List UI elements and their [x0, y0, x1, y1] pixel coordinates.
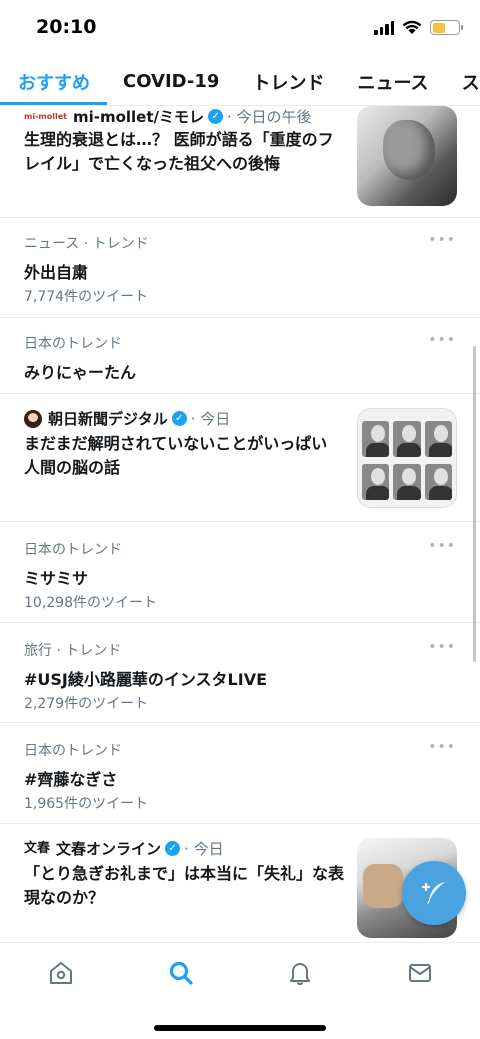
tab-covid19[interactable]: COVID-19 — [123, 71, 219, 92]
nav-home[interactable] — [45, 957, 77, 989]
status-icons — [374, 20, 463, 35]
battery-fill — [432, 22, 445, 33]
trend-title: #USJ綾小路麗華のインスタLIVE — [24, 670, 268, 689]
verified-icon: ✓ — [208, 109, 224, 124]
trend-item[interactable]: 日本のトレンド ••• ミサミサ 10,298件のツイート — [0, 522, 480, 623]
trend-item[interactable]: ニュース · トレンド ••• 外出自粛 7,774件のツイート — [0, 218, 480, 318]
face-photo — [424, 421, 452, 457]
post-time: · 今日 — [190, 410, 231, 428]
signal-icon — [374, 20, 394, 35]
bottom-nav — [0, 942, 480, 1039]
more-options-icon[interactable]: ••• — [428, 639, 456, 655]
post-time: · 今日 — [184, 840, 224, 858]
tab-sports[interactable]: スポー — [462, 69, 480, 95]
news-title: 生理的衰退とは…？ 医師が語る「重度のフレイル」で亡くなった祖父への後悔 — [24, 130, 334, 173]
news-thumbnail — [357, 106, 457, 206]
wifi-icon — [402, 20, 422, 34]
trend-title: みりにゃーたん — [24, 363, 137, 382]
news-title: 「とり急ぎお礼まで」は本当に「失礼」な表現なのか？ — [24, 864, 345, 907]
battery-icon — [430, 20, 463, 35]
asahi-avatar — [24, 409, 42, 428]
trend-item[interactable]: 日本のトレンド ••• #齊藤なぎさ 1,965件のツイート — [0, 723, 480, 824]
home-indicator[interactable] — [154, 1025, 326, 1031]
mimollet-logo: mi-mollet — [24, 112, 67, 121]
trend-item[interactable]: 日本のトレンド ••• みりにゃーたん — [0, 318, 480, 394]
trend-category: 旅行 · トレンド — [24, 643, 122, 659]
status-time: 20:10 — [36, 16, 97, 38]
trend-category: 日本のトレンド — [24, 336, 122, 352]
compose-feather-icon — [421, 882, 445, 904]
scrollbar[interactable] — [473, 346, 476, 662]
face-photo — [362, 421, 390, 457]
tweet-count: 1,965件のツイート — [24, 796, 149, 812]
tweet-count: 7,774件のツイート — [24, 289, 149, 305]
more-options-icon[interactable]: ••• — [428, 232, 456, 248]
trend-title: ミサミサ — [24, 569, 89, 588]
source-name: mi-mollet/ミモレ — [72, 108, 205, 126]
explore-feed[interactable]: mi-mollet mi-mollet/ミモレ ✓ · 今日の午後 生理的衰退と… — [0, 106, 480, 942]
trend-title: 外出自粛 — [24, 263, 89, 282]
more-options-icon[interactable]: ••• — [428, 332, 456, 348]
face-photo — [424, 464, 452, 500]
news-source: mi-mollet mi-mollet/ミモレ ✓ · 今日の午後 — [24, 106, 312, 127]
source-name: 朝日新聞デジタル — [48, 410, 168, 428]
nav-search[interactable] — [165, 957, 197, 989]
face-photo — [393, 421, 421, 457]
trend-category: ニュース · トレンド — [24, 236, 149, 252]
more-options-icon[interactable]: ••• — [428, 538, 456, 554]
verified-icon: ✓ — [171, 411, 187, 426]
tab-news[interactable]: ニュース — [357, 69, 428, 95]
home-icon — [50, 962, 72, 984]
face-photo — [393, 464, 421, 500]
trend-category: 日本のトレンド — [24, 743, 122, 759]
news-title: まだまだ解明されていないことがいっぱい 人間の脳の話 — [24, 434, 344, 477]
mail-icon — [409, 964, 431, 982]
tweet-count: 2,279件のツイート — [24, 696, 149, 712]
more-options-icon[interactable]: ••• — [428, 739, 456, 755]
tab-recommended[interactable]: おすすめ — [18, 69, 90, 95]
tweet-count: 10,298件のツイート — [24, 595, 157, 611]
news-source: 朝日新聞デジタル ✓ · 今日 — [24, 408, 230, 429]
news-item-mimollet[interactable]: mi-mollet mi-mollet/ミモレ ✓ · 今日の午後 生理的衰退と… — [0, 106, 480, 218]
nav-messages[interactable] — [404, 957, 436, 989]
news-thumbnail — [357, 408, 457, 508]
search-icon — [169, 961, 193, 985]
trend-item[interactable]: 旅行 · トレンド ••• #USJ綾小路麗華のインスタLIVE 2,279件の… — [0, 623, 480, 723]
nav-notifications[interactable] — [284, 957, 316, 989]
tab-trends[interactable]: トレンド — [252, 69, 324, 95]
trend-category: 日本のトレンド — [24, 542, 122, 558]
bunshun-logo: 文春 — [24, 841, 51, 856]
status-bar: 20:10 — [0, 0, 480, 56]
compose-tweet-button[interactable] — [402, 861, 466, 925]
news-item-asahi[interactable]: 朝日新聞デジタル ✓ · 今日 まだまだ解明されていないことがいっぱい 人間の脳… — [0, 394, 480, 522]
trend-title: #齊藤なぎさ — [24, 770, 118, 789]
source-name: 文春オンライン — [56, 840, 162, 858]
active-tab-indicator — [0, 102, 107, 105]
post-time: · 今日の午後 — [227, 108, 312, 126]
bell-icon — [290, 963, 310, 986]
news-source: 文春 文春オンライン ✓ · 今日 — [24, 838, 224, 859]
verified-icon: ✓ — [165, 841, 181, 856]
explore-tabs: おすすめ COVID-19 トレンド ニュース スポー — [0, 58, 480, 106]
face-photo — [362, 464, 390, 500]
